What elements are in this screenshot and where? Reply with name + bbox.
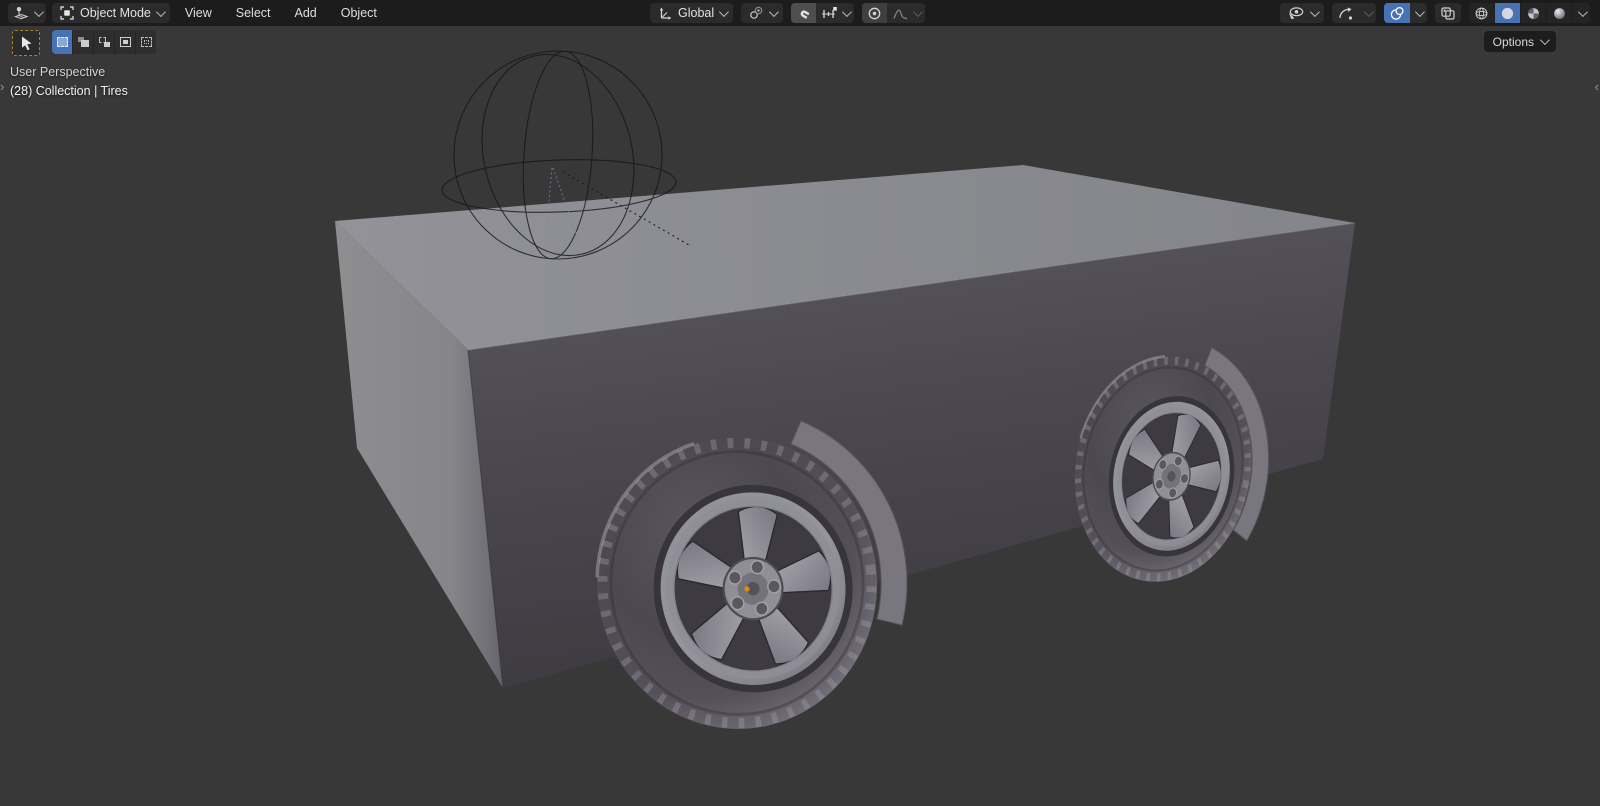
editor-type-3d-viewport-icon — [13, 6, 29, 21]
proportional-falloff-curve-icon — [892, 6, 909, 21]
snap-target-dropdown[interactable] — [816, 3, 854, 23]
shading-mode-control — [1469, 3, 1590, 23]
shading-material-preview-icon — [1526, 6, 1541, 21]
show-gizmo-toggle[interactable] — [1332, 3, 1359, 23]
toggle-xray-icon — [1440, 6, 1456, 21]
cursor-arrow-icon — [19, 35, 34, 51]
pivot-point-icon — [748, 5, 764, 21]
chevron-down-icon — [1540, 35, 1550, 45]
viewport-3d[interactable] — [0, 0, 1600, 806]
shading-solid-icon — [1500, 6, 1515, 21]
menu-select[interactable]: Select — [227, 0, 280, 26]
chevron-down-icon — [719, 7, 729, 17]
show-object-types-eye-icon — [1287, 6, 1305, 21]
proportional-editing-icon — [867, 6, 882, 21]
select-intersect-icon — [141, 37, 152, 47]
snap-toggle-button[interactable] — [791, 3, 816, 23]
snap-control — [791, 3, 854, 23]
select-mode-invert[interactable] — [115, 30, 136, 54]
chevron-down-icon — [34, 7, 44, 17]
viewport-gizmos-icon — [1337, 6, 1354, 21]
shading-dropdown[interactable] — [1572, 3, 1590, 23]
proportional-editing-toggle[interactable] — [862, 3, 887, 23]
select-subtract-icon — [99, 37, 110, 47]
object-mode-icon — [59, 5, 75, 21]
select-mode-intersect[interactable] — [136, 30, 156, 54]
mode-label: Object Mode — [80, 6, 151, 20]
shading-rendered-icon — [1552, 6, 1567, 21]
show-overlays-toggle[interactable] — [1384, 3, 1410, 23]
shading-wireframe-icon — [1474, 6, 1489, 21]
show-object-types-dropdown[interactable] — [1280, 3, 1324, 23]
shading-rendered-button[interactable] — [1547, 3, 1572, 23]
transform-orientation-icon — [657, 5, 673, 21]
menu-object[interactable]: Object — [332, 0, 386, 26]
chevron-down-icon — [1578, 7, 1588, 17]
menu-view[interactable]: View — [176, 0, 221, 26]
chevron-down-icon — [156, 7, 166, 17]
menu-add[interactable]: Add — [286, 0, 326, 26]
select-mode-subtract[interactable] — [94, 30, 115, 54]
mode-dropdown[interactable]: Object Mode — [52, 3, 170, 23]
chevron-down-icon — [1415, 7, 1425, 17]
select-mode-set[interactable] — [52, 30, 73, 54]
view-name-overlay: User Perspective — [10, 65, 105, 79]
snap-magnet-icon — [796, 6, 811, 21]
snap-increment-icon — [821, 6, 838, 21]
transform-orientation-dropdown[interactable]: Global — [650, 3, 733, 23]
chevron-down-icon — [913, 7, 923, 17]
shading-solid-button[interactable] — [1495, 3, 1521, 23]
select-mode-group — [52, 30, 156, 54]
options-label: Options — [1493, 35, 1534, 49]
collection-object-overlay: (28) Collection | Tires — [10, 84, 128, 98]
viewport-header: Object Mode View Select Add Object Globa… — [0, 0, 1600, 26]
options-button[interactable]: Options — [1484, 31, 1556, 52]
orientation-label: Global — [678, 6, 714, 20]
select-set-icon — [57, 37, 68, 47]
chevron-down-icon — [842, 7, 852, 17]
toolbar-expand-arrow[interactable]: › — [0, 80, 4, 93]
tool-settings-row — [12, 30, 156, 56]
gizmo-dropdown[interactable] — [1359, 3, 1376, 23]
chevron-down-icon — [769, 7, 779, 17]
shading-material-button[interactable] — [1521, 3, 1547, 23]
editor-type-button[interactable] — [8, 3, 46, 23]
active-tool-select-box[interactable] — [12, 30, 40, 56]
viewport-overlays-icon — [1389, 6, 1405, 21]
overlays-dropdown[interactable] — [1410, 3, 1427, 23]
select-extend-icon — [78, 37, 89, 47]
proportional-falloff-dropdown[interactable] — [887, 3, 925, 23]
select-invert-icon — [120, 37, 131, 47]
select-mode-extend[interactable] — [73, 30, 94, 54]
proportional-editing-control — [862, 3, 925, 23]
toggle-xray-button[interactable] — [1435, 3, 1461, 23]
pivot-point-dropdown[interactable] — [741, 3, 783, 23]
chevron-down-icon — [1364, 7, 1374, 17]
shading-wireframe-button[interactable] — [1469, 3, 1495, 23]
gizmos-control — [1332, 3, 1376, 23]
object-origin-dot — [744, 586, 749, 591]
overlays-control — [1384, 3, 1427, 23]
sidebar-expand-arrow[interactable]: ‹ — [1595, 80, 1599, 93]
chevron-down-icon — [1310, 7, 1320, 17]
